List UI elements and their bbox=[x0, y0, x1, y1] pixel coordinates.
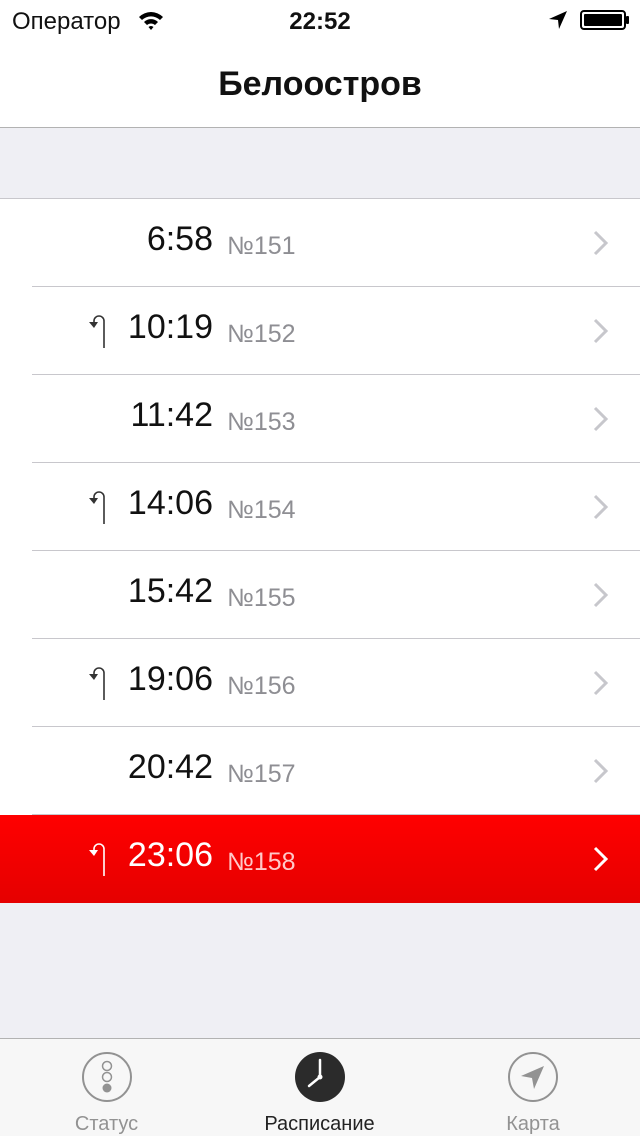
tab-map-label: Карта bbox=[506, 1113, 560, 1135]
chevron-right-icon bbox=[593, 318, 609, 344]
clock-icon bbox=[294, 1052, 345, 1102]
train-number: №155 bbox=[227, 584, 296, 612]
page-title: Белоостров bbox=[218, 65, 422, 103]
departure-time: 20:42 bbox=[127, 748, 213, 786]
turnaround-icon bbox=[89, 315, 105, 348]
schedule-row[interactable]: 19:06 №156 bbox=[0, 639, 640, 727]
schedule-row[interactable]: 14:06 №154 bbox=[0, 463, 640, 551]
departure-time: 15:42 bbox=[127, 572, 213, 610]
chevron-right-icon bbox=[593, 758, 609, 784]
battery-icon bbox=[580, 10, 629, 30]
train-number: №157 bbox=[227, 760, 296, 788]
tab-schedule-label: Расписание bbox=[264, 1113, 375, 1135]
status-bar: Оператор 22:52 bbox=[0, 0, 640, 40]
train-number: №153 bbox=[227, 408, 296, 436]
tab-status-label: Статус bbox=[74, 1113, 139, 1135]
location-services-icon bbox=[549, 11, 567, 29]
train-number: №154 bbox=[227, 496, 296, 524]
navigation-bar: Белоостров bbox=[0, 40, 640, 128]
turnaround-icon bbox=[89, 843, 105, 876]
train-number: №156 bbox=[227, 672, 296, 700]
tab-schedule[interactable]: Расписание bbox=[213, 1039, 426, 1136]
traffic-light-icon bbox=[81, 1052, 132, 1102]
departure-time: 19:06 bbox=[127, 660, 213, 698]
schedule-list: 6:58 №151 10:19 №152 11:42 №153 14:06 №154 15:42… bbox=[0, 198, 640, 903]
departure-time: 14:06 bbox=[127, 484, 213, 522]
schedule-row[interactable]: 20:42 №157 bbox=[0, 727, 640, 815]
departure-time: 6:58 bbox=[146, 220, 213, 258]
departure-time: 23:06 bbox=[127, 836, 213, 874]
schedule-row[interactable]: 10:19 №152 bbox=[0, 287, 640, 375]
schedule-row[interactable]: 6:58 №151 bbox=[0, 199, 640, 287]
departure-time: 10:19 bbox=[127, 308, 213, 346]
chevron-right-icon bbox=[593, 670, 609, 696]
chevron-right-icon bbox=[593, 582, 609, 608]
train-number: №158 bbox=[227, 848, 296, 876]
chevron-right-icon bbox=[593, 406, 609, 432]
chevron-right-icon bbox=[593, 846, 609, 872]
train-number: №151 bbox=[227, 232, 296, 260]
tab-bar: Статус Расписание Карта bbox=[0, 1038, 640, 1136]
tab-status[interactable]: Статус bbox=[0, 1039, 213, 1136]
status-time: 22:52 bbox=[289, 8, 351, 35]
schedule-row[interactable]: 11:42 №153 bbox=[0, 375, 640, 463]
turnaround-icon bbox=[89, 491, 105, 524]
schedule-row[interactable]: 15:42 №155 bbox=[0, 551, 640, 639]
schedule-row[interactable]: 23:06 №158 bbox=[0, 815, 640, 903]
chevron-right-icon bbox=[593, 494, 609, 520]
train-number: №152 bbox=[227, 320, 296, 348]
chevron-right-icon bbox=[593, 230, 609, 256]
location-arrow-icon bbox=[508, 1052, 558, 1102]
departure-time: 11:42 bbox=[130, 396, 213, 434]
turnaround-icon bbox=[89, 667, 105, 700]
tab-map[interactable]: Карта bbox=[426, 1039, 640, 1136]
